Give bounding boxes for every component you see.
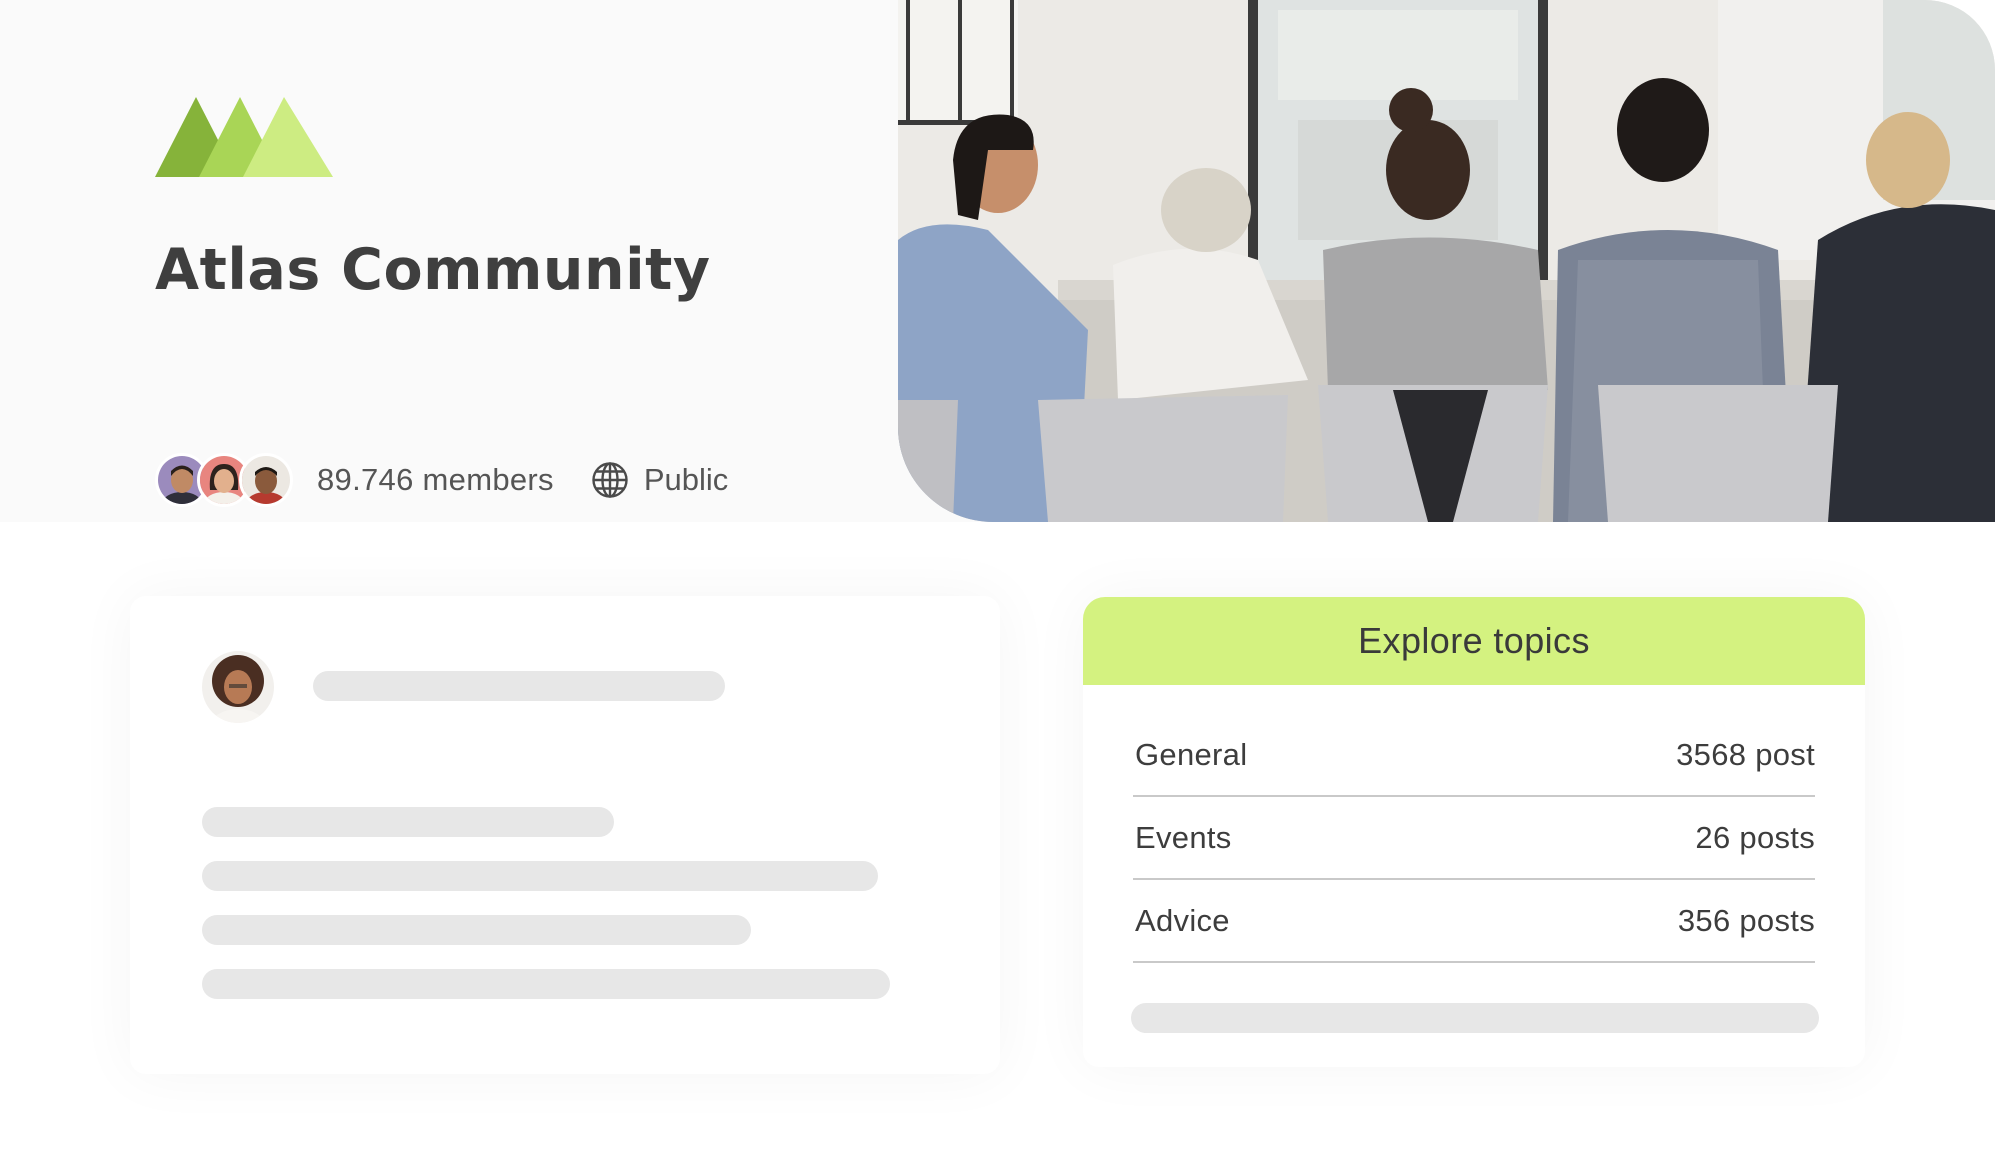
topic-name: Advice: [1135, 903, 1230, 938]
members-count[interactable]: 89.746 members: [317, 462, 554, 498]
topic-row-advice[interactable]: Advice 356 posts: [1133, 881, 1815, 963]
community-title: Atlas Community: [155, 237, 711, 303]
author-name-skeleton: [313, 671, 725, 701]
mountains-logo-icon: [155, 97, 333, 177]
topic-post-count: 3568 post: [1676, 737, 1815, 772]
topic-row-events[interactable]: Events 26 posts: [1133, 798, 1815, 880]
community-page: Atlas Community 89.746 members Public Ex…: [0, 0, 1995, 1175]
avatar: [239, 453, 293, 507]
post-text-skeleton: [202, 969, 890, 999]
member-avatars[interactable]: [155, 453, 293, 507]
topics-title: Explore topics: [1358, 620, 1590, 661]
topic-row-general[interactable]: General 3568 post: [1133, 715, 1815, 797]
topics-header: Explore topics: [1083, 597, 1865, 685]
explore-topics-card: Explore topics General 3568 post Events 26 …: [1083, 597, 1865, 1067]
topic-post-count: 356 posts: [1677, 903, 1815, 938]
privacy-label: Public: [643, 462, 729, 497]
post-text-skeleton: [202, 915, 751, 945]
topic-name: Events: [1135, 820, 1232, 855]
post-text-skeleton: [202, 807, 614, 837]
community-cover-photo: [898, 0, 1995, 522]
topic-post-count: 26 posts: [1695, 820, 1815, 855]
post-text-skeleton: [202, 861, 878, 891]
topic-name: General: [1135, 737, 1248, 772]
avatar: [202, 651, 274, 723]
community-meta: 89.746 members Public: [155, 452, 728, 508]
privacy-indicator: Public: [590, 460, 728, 500]
post-preview-card[interactable]: [130, 596, 1000, 1074]
globe-icon: [592, 462, 628, 498]
topics-more-skeleton: [1131, 1003, 1819, 1033]
